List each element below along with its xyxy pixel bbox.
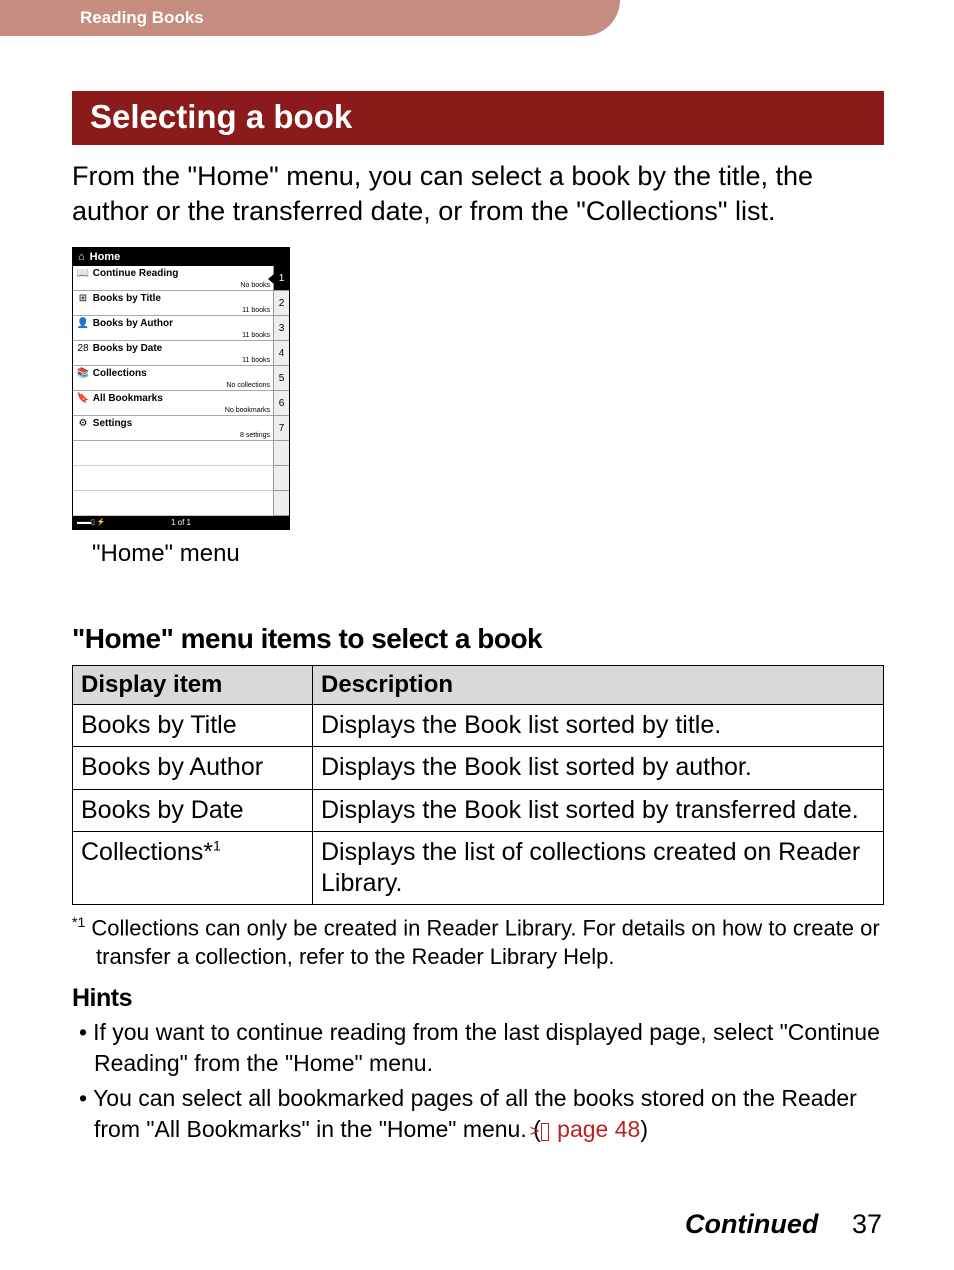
table-subheading: "Home" menu items to select a book: [72, 623, 884, 655]
menu-item-icon: 👤: [76, 318, 90, 329]
menu-item-icon: ⚙: [76, 418, 90, 429]
sidebar-number: 7: [274, 416, 289, 441]
table-header-item: Display item: [73, 666, 313, 705]
device-blank-row: [73, 466, 273, 491]
menu-item-label: Collections: [93, 368, 147, 379]
device-footer: ▬▬▯ ⚡ 1 of 1: [73, 516, 289, 529]
table-cell-item: Books by Author: [73, 747, 313, 789]
sidebar-number: [274, 466, 289, 491]
page-number: 37: [852, 1209, 882, 1239]
hints-list-item: If you want to continue reading from the…: [72, 1017, 884, 1079]
table-cell-description: Displays the list of collections created…: [313, 831, 884, 905]
menu-item-icon: ⊞: [76, 293, 90, 304]
menu-item-sublabel: 11 books: [242, 357, 270, 364]
device-menu-item: 📖 Continue Reading No books: [73, 266, 273, 291]
table-cell-description: Displays the Book list sorted by title.: [313, 705, 884, 747]
menu-item-sublabel: 8 settings: [240, 432, 270, 439]
sidebar-number: 4: [274, 341, 289, 366]
menu-item-label: Books by Date: [93, 343, 162, 354]
link-icon: >: [541, 1123, 549, 1141]
menu-item-icon: 📖: [76, 268, 90, 279]
menu-item-icon: 🔖: [76, 393, 90, 404]
page-link[interactable]: > page 48: [541, 1116, 641, 1142]
hints-heading: Hints: [72, 984, 884, 1013]
menu-items-table: Display item Description Books by TitleD…: [72, 665, 884, 905]
page-content: Selecting a book From the "Home" menu, y…: [0, 36, 954, 1145]
table-cell-item: Books by Date: [73, 789, 313, 831]
menu-item-sublabel: No collections: [226, 382, 270, 389]
device-mockup: ⌂ Home 📖 Continue Reading No books ⊞ Books…: [72, 247, 290, 530]
page-footer: Continued 37: [685, 1209, 882, 1240]
sidebar-number: 3: [274, 316, 289, 341]
device-header-title: Home: [90, 251, 121, 263]
table-cell-item: Books by Title: [73, 705, 313, 747]
menu-item-icon: 📚: [76, 368, 90, 379]
menu-item-label: Books by Author: [93, 318, 173, 329]
menu-item-label: Settings: [93, 418, 132, 429]
sidebar-number: 1: [274, 266, 289, 291]
device-menu-item: 🔖 All Bookmarks No bookmarks: [73, 391, 273, 416]
hints-list-item: You can select all bookmarked pages of a…: [72, 1083, 884, 1145]
screenshot-figure: ⌂ Home 📖 Continue Reading No books ⊞ Books…: [72, 247, 884, 568]
table-cell-description: Displays the Book list sorted by author.: [313, 747, 884, 789]
table-row: Books by TitleDisplays the Book list sor…: [73, 705, 884, 747]
table-row: Books by AuthorDisplays the Book list so…: [73, 747, 884, 789]
device-menu-item: 📚 Collections No collections: [73, 366, 273, 391]
menu-item-label: Books by Title: [93, 293, 161, 304]
device-menu-list: 📖 Continue Reading No books ⊞ Books by Tit…: [73, 266, 273, 516]
sidebar-number: [274, 441, 289, 466]
menu-item-icon: 28: [76, 343, 90, 354]
table-row: Books by DateDisplays the Book list sort…: [73, 789, 884, 831]
screenshot-caption: "Home" menu: [92, 540, 884, 568]
section-title: Selecting a book: [72, 91, 884, 145]
menu-item-label: Continue Reading: [93, 268, 179, 279]
footnote: *1 Collections can only be created in Re…: [72, 913, 884, 972]
table-cell-item: Collections*1: [73, 831, 313, 905]
hints-list: If you want to continue reading from the…: [72, 1017, 884, 1145]
menu-item-sublabel: No bookmarks: [225, 407, 270, 414]
sidebar-number: 2: [274, 291, 289, 316]
footnote-mark: *1: [72, 914, 85, 930]
device-menu-item: 👤 Books by Author 11 books: [73, 316, 273, 341]
device-menu-item: ⚙ Settings 8 settings: [73, 416, 273, 441]
device-number-sidebar: 1234567: [273, 266, 289, 516]
intro-paragraph: From the "Home" menu, you can select a b…: [72, 159, 884, 229]
sidebar-number: 6: [274, 391, 289, 416]
device-menu-item: ⊞ Books by Title 11 books: [73, 291, 273, 316]
table-row: Collections*1Displays the list of collec…: [73, 831, 884, 905]
sidebar-number: 5: [274, 366, 289, 391]
table-header-description: Description: [313, 666, 884, 705]
menu-item-sublabel: 11 books: [242, 307, 270, 314]
footnote-text: Collections can only be created in Reade…: [91, 916, 879, 970]
menu-item-sublabel: No books: [240, 282, 270, 289]
table-cell-description: Displays the Book list sorted by transfe…: [313, 789, 884, 831]
device-blank-row: [73, 441, 273, 466]
continued-label: Continued: [685, 1209, 818, 1239]
device-blank-row: [73, 491, 273, 516]
home-icon: ⌂: [78, 251, 85, 263]
battery-icon: ▬▬▯ ⚡: [77, 518, 106, 526]
device-header: ⌂ Home: [73, 248, 289, 266]
device-menu-item: 28 Books by Date 11 books: [73, 341, 273, 366]
menu-item-label: All Bookmarks: [93, 393, 163, 404]
device-page-indicator: 1 of 1: [171, 518, 191, 527]
header-bar: Reading Books: [0, 0, 954, 36]
menu-item-sublabel: 11 books: [242, 332, 270, 339]
header-section-tab: Reading Books: [0, 0, 620, 36]
sidebar-number: [274, 491, 289, 516]
